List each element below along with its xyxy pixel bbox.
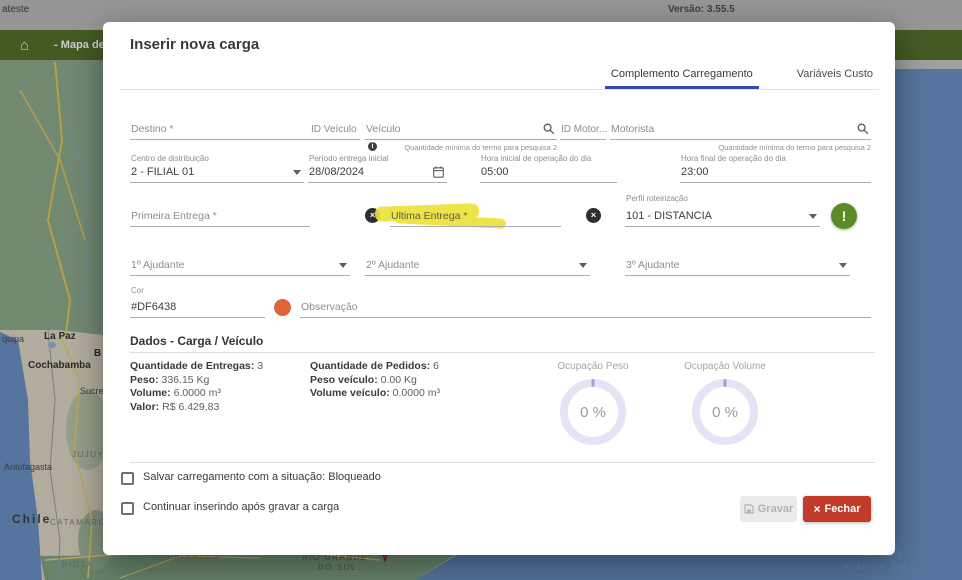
checkbox-salvar-bloqueado[interactable]: [121, 472, 134, 485]
observacao-field[interactable]: Observação: [300, 293, 871, 318]
ajudante-1-select[interactable]: 1º Ajudante: [130, 250, 350, 276]
id-veiculo-placeholder: ID Veículo: [311, 124, 357, 135]
ajudante-2-placeholder: 2º Ajudante: [366, 259, 419, 271]
calendar-icon[interactable]: [433, 166, 444, 178]
chevron-down-icon[interactable]: [839, 263, 847, 268]
divider: [130, 352, 875, 353]
dialog-title: Inserir nova carga: [130, 36, 259, 53]
gauge-value: 0 %: [580, 404, 606, 421]
hora-inicial-field[interactable]: Hora inicial de operação do dia 05:00: [480, 154, 617, 183]
tab-complemento-carregamento[interactable]: Complemento Carregamento: [605, 62, 759, 89]
perfil-value: 101 - DISTANCIA: [626, 210, 712, 222]
ajudante-2-select[interactable]: 2º Ajudante: [365, 250, 590, 276]
stat-line: Quantidade de Entregas: 3: [130, 360, 263, 374]
chevron-down-icon[interactable]: [809, 214, 817, 219]
ajudante-3-select[interactable]: 3º Ajudante: [625, 250, 850, 276]
gauge-ring: 0 %: [560, 379, 626, 445]
stats-column-1: Quantidade de Entregas: 3 Peso: 336.15 K…: [130, 360, 263, 414]
ultima-entrega-field[interactable]: Ultima Entrega *: [390, 202, 561, 227]
gauge-ocupacao-volume: Ocupação Volume 0 %: [665, 361, 785, 445]
id-motorista-placeholder: ID Motor...: [561, 124, 607, 135]
tab-variaveis-custo[interactable]: Variáveis Custo: [791, 62, 879, 89]
ajudante-3-placeholder: 3º Ajudante: [626, 259, 679, 271]
destino-placeholder: Destino *: [131, 123, 174, 135]
cor-label: Cor: [131, 286, 144, 295]
info-icon: i: [368, 142, 377, 151]
gauge-label: Ocupação Volume: [665, 361, 785, 372]
stats-column-2: Quantidade de Pedidos: 6 Peso veículo: 0…: [310, 360, 440, 401]
stat-line: Peso: 336.15 Kg: [130, 374, 263, 388]
cor-value: #DF6438: [131, 301, 176, 313]
ultima-entrega-placeholder: Ultima Entrega *: [391, 210, 467, 222]
chevron-down-icon[interactable]: [293, 170, 301, 175]
checkbox-continuar-inserindo[interactable]: [121, 502, 134, 515]
route-profile-alert-badge[interactable]: !: [831, 203, 857, 229]
checkbox-continuar-inserindo-label: Continuar inserindo após gravar a carga: [143, 501, 339, 513]
perfil-label: Perfil roteirização: [626, 194, 688, 203]
periodo-value: 28/08/2024: [309, 166, 364, 178]
primeira-entrega-placeholder: Primeira Entrega *: [131, 210, 217, 222]
veiculo-field[interactable]: Veículo: [365, 114, 557, 140]
id-motorista-field[interactable]: ID Motor...: [560, 114, 606, 140]
divider: [130, 462, 875, 463]
perfil-roteirizacao-select[interactable]: Perfil roteirização 101 - DISTANCIA: [625, 194, 820, 227]
gauge-label: Ocupação Peso: [533, 361, 653, 372]
save-icon: [744, 504, 754, 514]
id-veiculo-field[interactable]: ID Veículo: [310, 114, 360, 140]
gauge-ring: 0 %: [692, 379, 758, 445]
destino-field[interactable]: Destino *: [130, 114, 310, 140]
motorista-placeholder: Motorista: [611, 123, 654, 135]
hora-final-value: 23:00: [681, 166, 709, 178]
close-icon: ×: [813, 502, 820, 516]
centro-distribuicao-label: Centro de distribuição: [131, 154, 209, 163]
motorista-helper: Quantidade mínima do termo para pesquisa…: [610, 143, 871, 152]
gravar-button[interactable]: Gravar: [740, 496, 797, 522]
periodo-label: Período entrega inicial: [309, 154, 389, 163]
stat-line: Volume: 6.0000 m³: [130, 387, 263, 401]
centro-distribuicao-select[interactable]: Centro de distribuição 2 - FILIAL 01: [130, 154, 304, 183]
ajudante-1-placeholder: 1º Ajudante: [131, 259, 184, 271]
hora-final-field[interactable]: Hora final de operação do dia 23:00: [680, 154, 871, 183]
gauge-tick: [592, 379, 595, 387]
periodo-entrega-inicial-field[interactable]: Período entrega inicial 28/08/2024: [308, 154, 447, 183]
veiculo-helper: i Quantidade mínima do termo para pesqui…: [365, 143, 557, 152]
observacao-placeholder: Observação: [301, 301, 358, 313]
motorista-field[interactable]: Motorista: [610, 114, 871, 140]
search-icon[interactable]: [543, 123, 555, 135]
stat-line: Peso veículo: 0.00 Kg: [310, 374, 440, 388]
search-icon[interactable]: [857, 123, 869, 135]
clear-ultima-entrega-icon[interactable]: ×: [586, 208, 601, 223]
color-swatch[interactable]: [274, 299, 291, 316]
hora-inicial-value: 05:00: [481, 166, 509, 178]
gauge-ocupacao-peso: Ocupação Peso 0 %: [533, 361, 653, 445]
centro-distribuicao-value: 2 - FILIAL 01: [131, 166, 194, 178]
hora-inicial-label: Hora inicial de operação do dia: [481, 154, 591, 163]
section-title-dados: Dados - Carga / Veículo: [130, 334, 263, 348]
gauge-tick: [724, 379, 727, 387]
app-screen: quipa La Paz Cochabamba Sucre B JUJUY An…: [0, 0, 962, 580]
insert-load-dialog: Inserir nova carga Complemento Carregame…: [103, 22, 895, 555]
primeira-entrega-field[interactable]: Primeira Entrega *: [130, 202, 310, 227]
hora-final-label: Hora final de operação do dia: [681, 154, 786, 163]
veiculo-placeholder: Veículo: [366, 123, 400, 135]
cor-field[interactable]: Cor #DF6438: [130, 286, 265, 318]
chevron-down-icon[interactable]: [339, 263, 347, 268]
fechar-button[interactable]: × Fechar: [803, 496, 871, 522]
gauge-value: 0 %: [712, 404, 738, 421]
stat-line: Volume veículo: 0.0000 m³: [310, 387, 440, 401]
stat-line: Valor: R$ 6.429,83: [130, 401, 263, 415]
stat-line: Quantidade de Pedidos: 6: [310, 360, 440, 374]
tab-bar: Complemento Carregamento Variáveis Custo: [119, 62, 879, 90]
checkbox-salvar-bloqueado-label: Salvar carregamento com a situação: Bloq…: [143, 471, 381, 483]
chevron-down-icon[interactable]: [579, 263, 587, 268]
